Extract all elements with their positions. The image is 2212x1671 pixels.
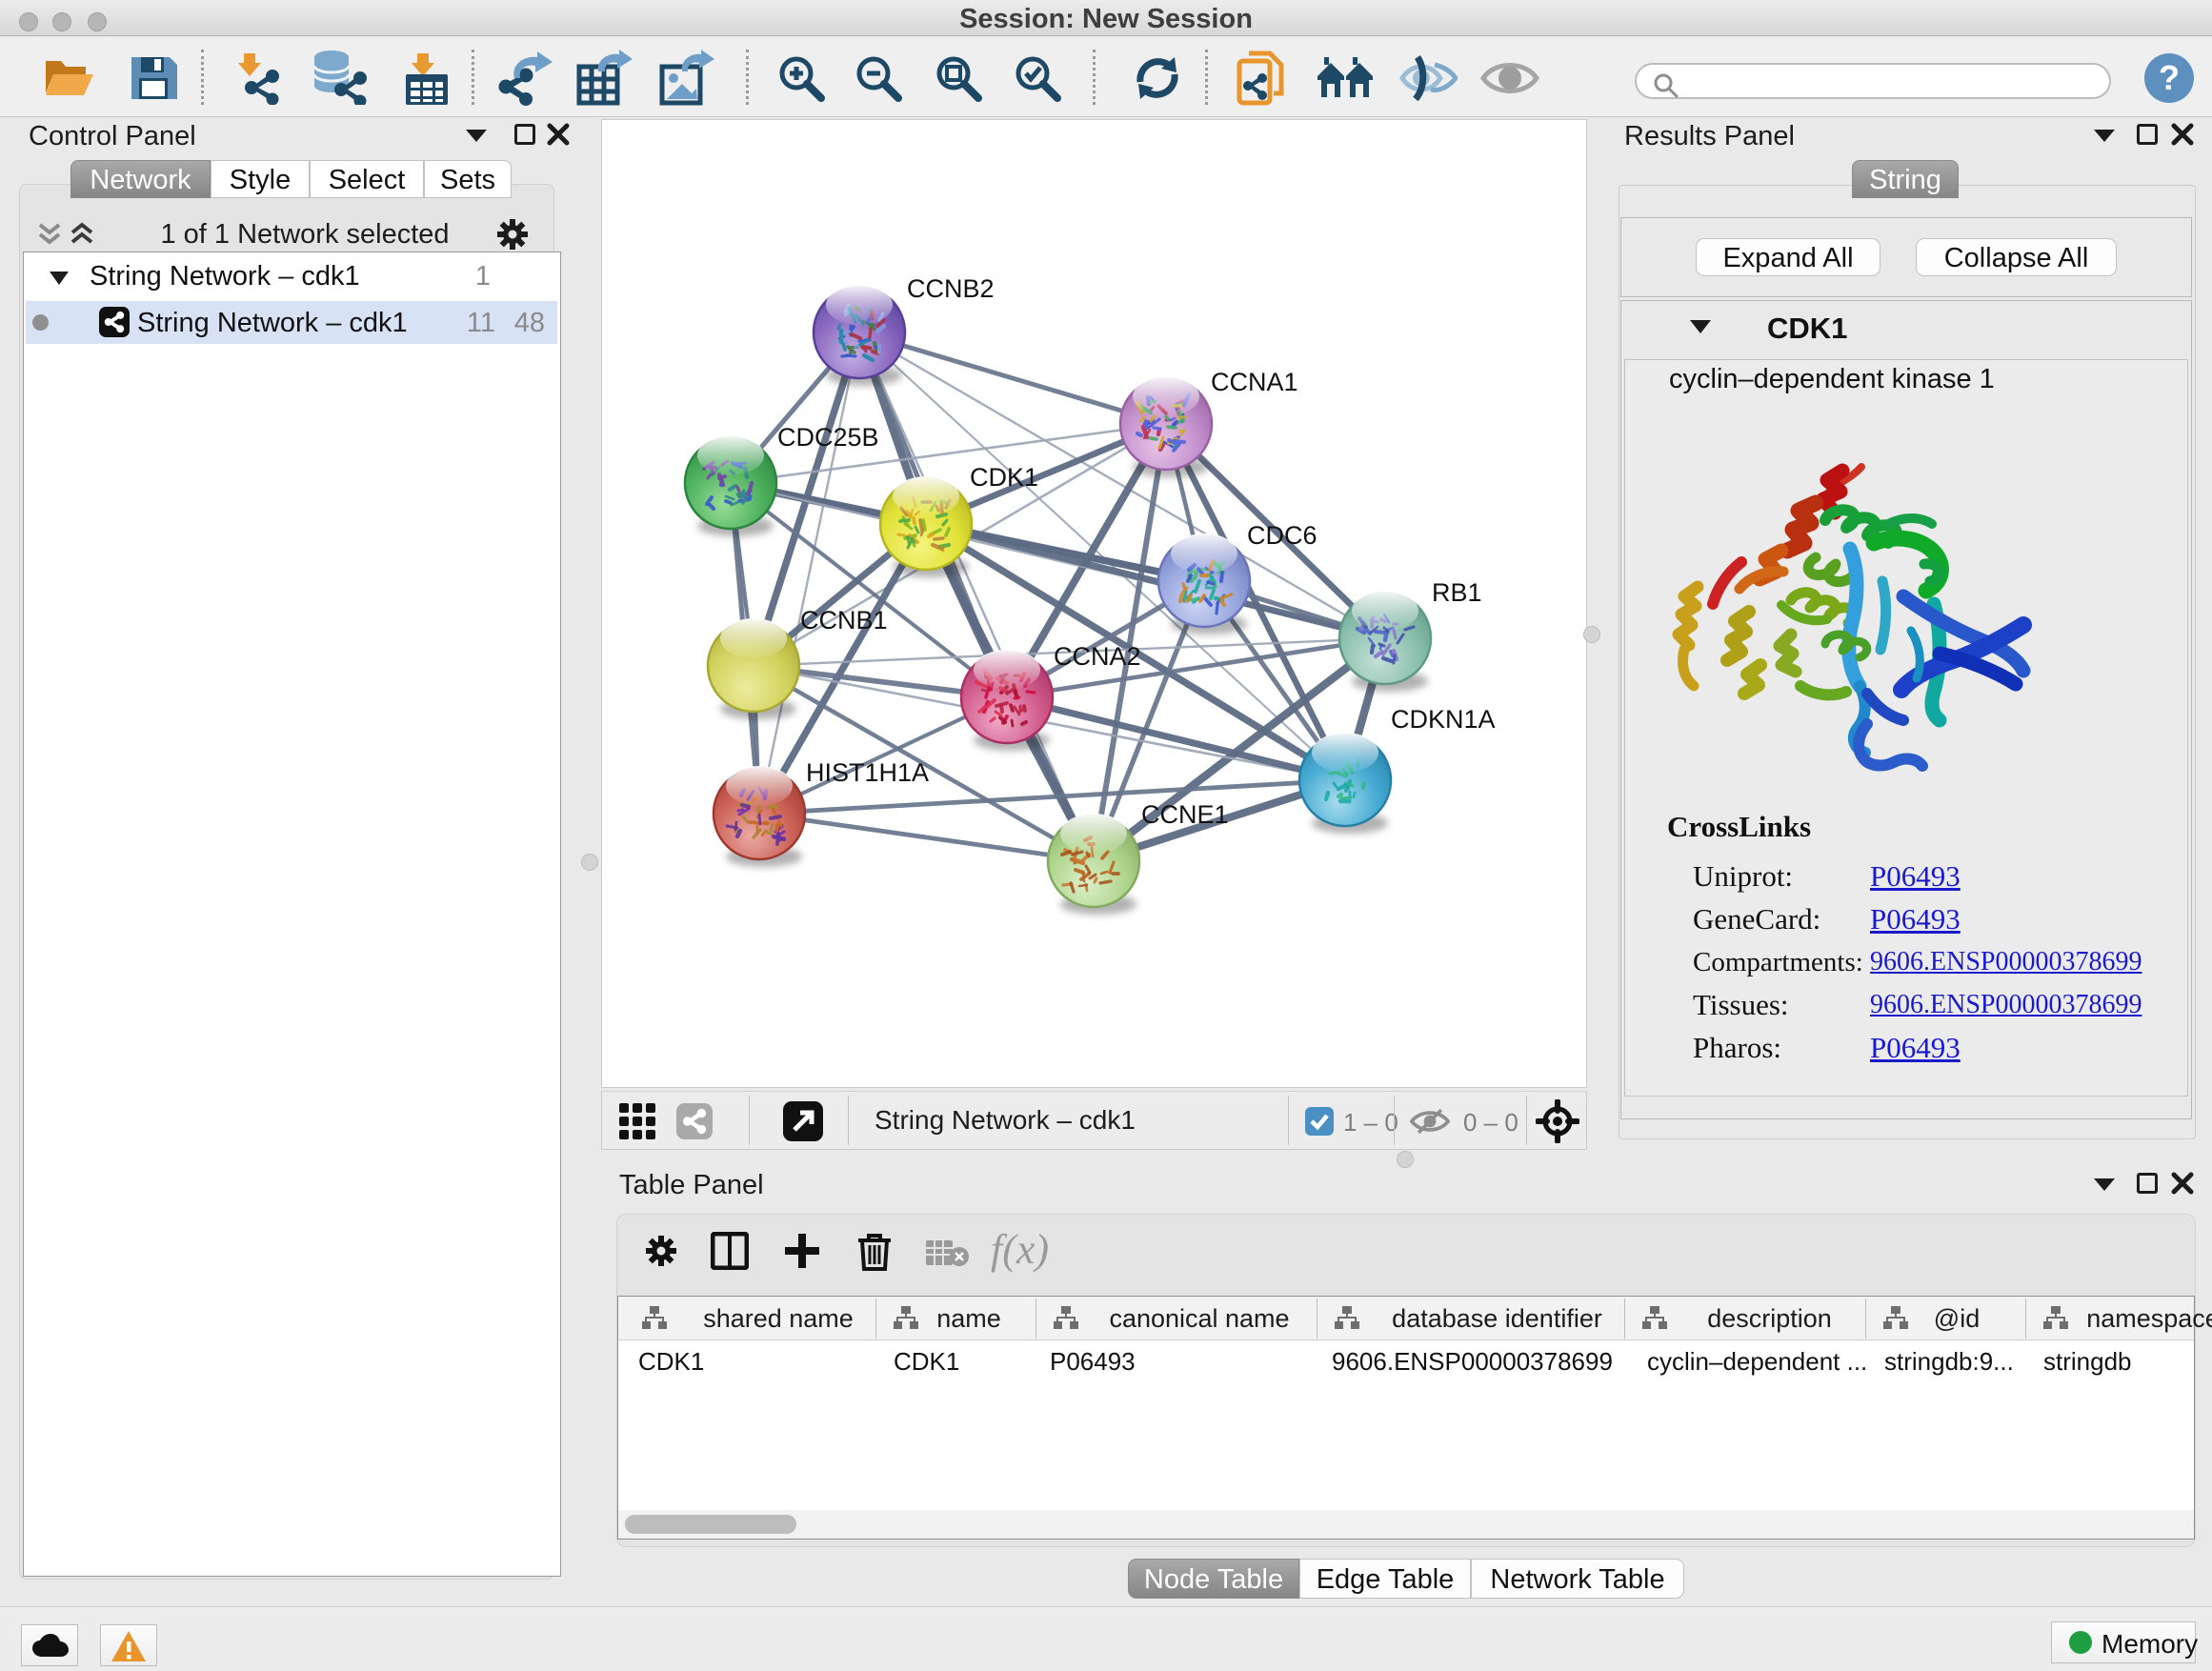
svg-text:CDC6: CDC6 (1247, 521, 1317, 550)
svg-text:CDK1: CDK1 (970, 463, 1038, 492)
svg-text:?: ? (2159, 58, 2180, 97)
svg-text:CCNE1: CCNE1 (1141, 800, 1229, 829)
svg-text:HIST1H1A: HIST1H1A (806, 758, 929, 787)
svg-text:CDKN1A: CDKN1A (1391, 705, 1496, 734)
svg-text:CCNA2: CCNA2 (1054, 642, 1141, 671)
svg-text:CCNA1: CCNA1 (1211, 368, 1298, 396)
svg-text:CCNB2: CCNB2 (907, 274, 995, 303)
svg-text:CDC25B: CDC25B (777, 423, 879, 452)
svg-text:RB1: RB1 (1432, 578, 1482, 607)
svg-text:CCNB1: CCNB1 (800, 606, 888, 634)
